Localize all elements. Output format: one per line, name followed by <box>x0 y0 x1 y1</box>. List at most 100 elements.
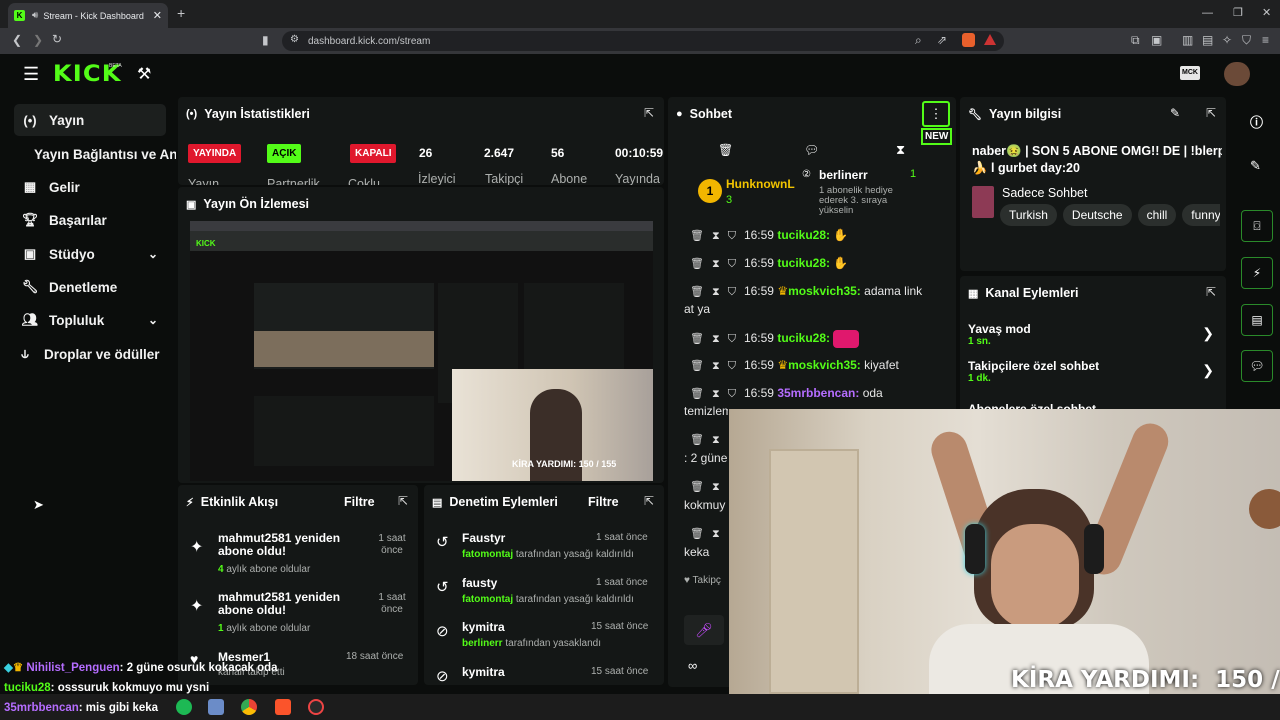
hourglass-icon[interactable]: ⧗ <box>712 434 720 446</box>
hourglass-icon[interactable]: ⧗ <box>712 333 720 345</box>
activity-filter-button[interactable]: Filtre <box>344 495 375 509</box>
avatar[interactable] <box>1224 62 1250 86</box>
hourglass-icon[interactable]: ⧗ <box>712 388 720 400</box>
channel-actions-header: ▦ Kanal Eylemleri <box>960 276 1226 310</box>
trash-icon[interactable]: 🗑︎ <box>718 143 733 157</box>
trash-icon[interactable]: 🗑︎ <box>690 360 704 372</box>
sidebar-item-basarilar[interactable]: 🏆︎ Başarılar <box>14 204 166 236</box>
hamburger-menu-icon[interactable]: ☰ <box>23 64 39 85</box>
sidebar-item-topluluk[interactable]: 👥︎ Topluluk ⌄ <box>14 304 166 336</box>
wallet-icon[interactable]: ▣ <box>1151 33 1162 47</box>
back-icon[interactable]: ❮ <box>12 33 22 47</box>
sidebar-item-droplar[interactable]: ⫝ Droplar ve ödüller <box>14 338 166 370</box>
tag[interactable]: chill <box>1137 204 1177 226</box>
chrome-icon[interactable] <box>241 699 257 715</box>
close-window-icon[interactable]: ✕ <box>1262 6 1271 20</box>
sidebar-toggle-icon[interactable]: ▥ <box>1182 33 1193 47</box>
trash-icon[interactable]: 🗑︎ <box>690 258 704 270</box>
new-tab-icon[interactable]: + <box>177 6 185 20</box>
rank-2-icon: ② <box>802 169 811 180</box>
spotify-icon[interactable] <box>176 699 192 715</box>
chat-bubble-icon[interactable]: 💬︎ <box>804 143 819 157</box>
speaker-icon[interactable]: 🔊︎ <box>32 9 38 23</box>
trash-icon[interactable]: 🗑︎ <box>690 230 704 242</box>
more-options-icon[interactable]: ⋮ <box>922 101 950 127</box>
bookmark-icon[interactable]: ▮ <box>262 33 269 47</box>
calculator-icon[interactable] <box>208 699 224 715</box>
expand-icon[interactable]: ⇱ <box>644 106 654 120</box>
zoom-icon[interactable]: ⌕ <box>915 33 922 47</box>
menu-icon[interactable]: ≡ <box>1262 33 1269 47</box>
tag[interactable]: funny <box>1182 204 1220 226</box>
expand-icon[interactable]: ⇱ <box>644 494 654 508</box>
expand-icon[interactable]: ⇱ <box>1206 106 1216 120</box>
brave-icon[interactable] <box>275 699 291 715</box>
chat-message[interactable]: 🗑︎ ⧗ ⛉ 16:59 tuciku28: ✋ <box>684 228 848 243</box>
expand-icon[interactable]: ⇱ <box>398 494 408 508</box>
chat-message[interactable]: 🗑︎ ⧗ ⛉ 16:59 ♛moskvich35: kiyafet <box>684 358 899 373</box>
hourglass-icon[interactable]: ⧗ <box>896 142 905 158</box>
trash-icon[interactable]: 🗑︎ <box>690 333 704 345</box>
close-tab-icon[interactable]: ✕ <box>153 9 162 22</box>
category-thumbnail <box>972 186 994 218</box>
trash-icon[interactable]: 🗑︎ <box>690 434 704 446</box>
hourglass-icon[interactable]: ⧗ <box>712 286 720 298</box>
sidebar-item-studyo[interactable]: ▣ Stüdyo ⌄ <box>14 238 166 270</box>
brave-rewards-icon[interactable] <box>984 34 996 45</box>
trash-icon[interactable]: 🗑︎ <box>690 481 704 493</box>
hammer-icon[interactable]: ⚒ <box>137 64 151 84</box>
chat-message[interactable]: 🗑︎ ⧗ ⛉ 16:59 35mrbbencan: oda <box>684 386 883 401</box>
edit-icon[interactable]: ✎ <box>1170 106 1180 120</box>
sidebar-item-yayin[interactable]: (•) Yayın <box>14 104 166 136</box>
preview-header: ▣ Yayın Ön İzlemesi <box>178 187 664 221</box>
chat-message[interactable]: 🗑︎ ⧗ ⛉ 16:59 ♛moskvich35: adama link <box>684 284 922 299</box>
infinity-icon[interactable]: ∞ <box>688 658 697 673</box>
site-info-icon[interactable]: ⚙ <box>290 33 299 47</box>
trash-icon[interactable]: 🗑︎ <box>690 388 704 400</box>
hourglass-icon[interactable]: ⧗ <box>712 481 720 493</box>
forward-icon[interactable]: ❯ <box>33 33 43 47</box>
trash-icon[interactable]: 🗑︎ <box>690 286 704 298</box>
microphone-icon[interactable]: 🎤︎ <box>684 615 724 645</box>
brave-shield-icon[interactable] <box>962 33 975 47</box>
category-name[interactable]: Sadece Sohbet <box>1002 186 1088 200</box>
chat-message[interactable]: 🗑︎ ⧗ ⛉ 16:59 tuciku28: <box>684 330 860 348</box>
chat-message[interactable]: 🗑︎ ⧗ ⛉ 16:59 tuciku28: ✋ <box>684 256 848 271</box>
maximize-icon[interactable]: ❐ <box>1233 6 1243 20</box>
hourglass-icon[interactable]: ⧗ <box>712 360 720 372</box>
reload-icon[interactable]: ↻ <box>52 32 62 46</box>
slow-mode-row[interactable]: Yavaş mod 1 sn. ❯ <box>968 322 1218 356</box>
scan-icon[interactable]: ⌼ <box>1241 210 1273 242</box>
sidebar: (•) Yayın Yayın Bağlantısı ve Anahtarı ▦… <box>0 96 176 686</box>
hourglass-icon[interactable]: ⧗ <box>712 528 720 540</box>
extensions-icon[interactable]: ⧉ <box>1131 33 1140 47</box>
share-icon[interactable]: ⇗ <box>937 33 947 47</box>
chat-bubble-icon[interactable]: 💬︎ <box>1241 350 1273 382</box>
gift-user: berlinerr <box>819 168 868 182</box>
sidebar-item-stream-key[interactable]: Yayın Bağlantısı ve Anahtarı <box>34 138 176 170</box>
document-icon[interactable]: ▤ <box>1241 304 1273 336</box>
kira-yardimi-overlay: KİRA YARDIMI: 150 / 155 <box>1011 667 1280 693</box>
browser-tab[interactable]: K 🔊︎ Stream - Kick Dashboard ✕ <box>8 3 168 28</box>
trash-icon[interactable]: 🗑︎ <box>690 528 704 540</box>
followers-only-row[interactable]: Takipçilere özel sohbet 1 dk. ❯ <box>968 359 1218 393</box>
edit-icon[interactable]: ✎ <box>1250 158 1261 174</box>
shield-icon[interactable]: ⛉ <box>1242 33 1251 47</box>
sidebar-item-gelir[interactable]: ▦ Gelir <box>14 171 166 203</box>
bolt-icon[interactable]: ⚡︎ <box>1241 257 1273 289</box>
hourglass-icon[interactable]: ⧗ <box>712 230 720 242</box>
preview-video[interactable]: KICK KİRA YARDIMI: 150 / 155 <box>190 221 653 481</box>
tag[interactable]: Deutsche <box>1062 204 1132 226</box>
streamer-badge-icon[interactable]: MCK <box>1180 66 1200 80</box>
tag[interactable]: Turkish <box>1000 204 1057 226</box>
sidebar-item-denetleme[interactable]: 🔧︎ Denetleme <box>14 271 166 303</box>
expand-icon[interactable]: ⇱ <box>1206 285 1216 299</box>
moderation-filter-button[interactable]: Filtre <box>588 495 619 509</box>
vpn-icon[interactable]: ▤ <box>1202 33 1213 47</box>
url-field[interactable]: dashboard.kick.com/stream <box>282 31 1004 51</box>
leo-icon[interactable]: ✧ <box>1222 33 1232 47</box>
minimize-icon[interactable]: — <box>1202 6 1213 20</box>
obs-icon[interactable] <box>308 699 324 715</box>
hourglass-icon[interactable]: ⧗ <box>712 258 720 270</box>
info-icon[interactable]: ⓘ <box>1250 112 1263 131</box>
